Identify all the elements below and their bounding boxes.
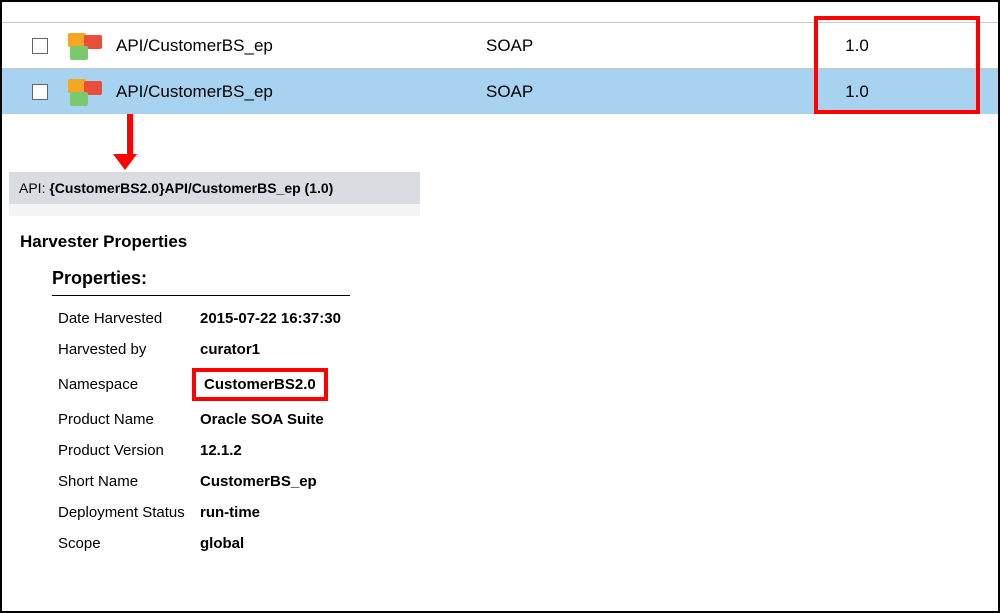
property-value: global	[200, 535, 244, 552]
table-row[interactable]: API/CustomerBS_ep SOAP 1.0	[2, 68, 998, 114]
row-checkbox[interactable]	[32, 38, 48, 54]
property-label: Deployment Status	[58, 504, 200, 521]
api-path-bar: API: {CustomerBS2.0}API/CustomerBS_ep (1…	[9, 172, 420, 204]
harvester-title: Harvester Properties	[20, 232, 998, 252]
table-row[interactable]: API/CustomerBS_ep SOAP 1.0	[2, 22, 998, 68]
property-label: Harvested by	[58, 341, 200, 358]
api-prefix: API:	[19, 180, 49, 196]
property-row: Scope global	[58, 535, 998, 552]
property-label: Date Harvested	[58, 310, 200, 327]
properties-list: Date Harvested 2015-07-22 16:37:30 Harve…	[58, 310, 998, 552]
property-value: curator1	[200, 341, 260, 358]
puzzle-icon	[66, 77, 102, 107]
property-label: Namespace	[58, 376, 200, 393]
property-row: Harvested by curator1	[58, 341, 998, 358]
property-value-namespace: CustomerBS2.0	[192, 368, 328, 401]
harvester-panel: Harvester Properties Properties: Date Ha…	[20, 232, 998, 552]
row-name: API/CustomerBS_ep	[116, 82, 486, 102]
api-path: {CustomerBS2.0}API/CustomerBS_ep (1.0)	[49, 180, 333, 196]
row-name: API/CustomerBS_ep	[116, 36, 486, 56]
property-value: CustomerBS_ep	[200, 473, 317, 490]
api-table: API/CustomerBS_ep SOAP 1.0 API/CustomerB…	[2, 2, 998, 114]
row-type: SOAP	[486, 82, 776, 102]
property-label: Product Name	[58, 411, 200, 428]
property-row: Date Harvested 2015-07-22 16:37:30	[58, 310, 998, 327]
property-row: Namespace CustomerBS2.0	[58, 372, 998, 397]
window: API/CustomerBS_ep SOAP 1.0 API/CustomerB…	[0, 0, 1000, 613]
property-row: Deployment Status run-time	[58, 504, 998, 521]
row-version: 1.0	[776, 36, 998, 56]
property-value: Oracle SOA Suite	[200, 411, 324, 428]
property-label: Product Version	[58, 442, 200, 459]
row-version: 1.0	[776, 82, 998, 102]
row-type: SOAP	[486, 36, 776, 56]
property-value: 12.1.2	[200, 442, 242, 459]
property-value: run-time	[200, 504, 260, 521]
properties-heading: Properties:	[52, 268, 350, 296]
annotation-arrow-icon	[122, 114, 137, 170]
property-value: 2015-07-22 16:37:30	[200, 310, 341, 327]
panel-spacer	[9, 204, 420, 216]
property-row: Product Name Oracle SOA Suite	[58, 411, 998, 428]
property-row: Short Name CustomerBS_ep	[58, 473, 998, 490]
puzzle-icon	[66, 31, 102, 61]
property-label: Short Name	[58, 473, 200, 490]
property-label: Scope	[58, 535, 200, 552]
row-checkbox[interactable]	[32, 84, 48, 100]
property-row: Product Version 12.1.2	[58, 442, 998, 459]
